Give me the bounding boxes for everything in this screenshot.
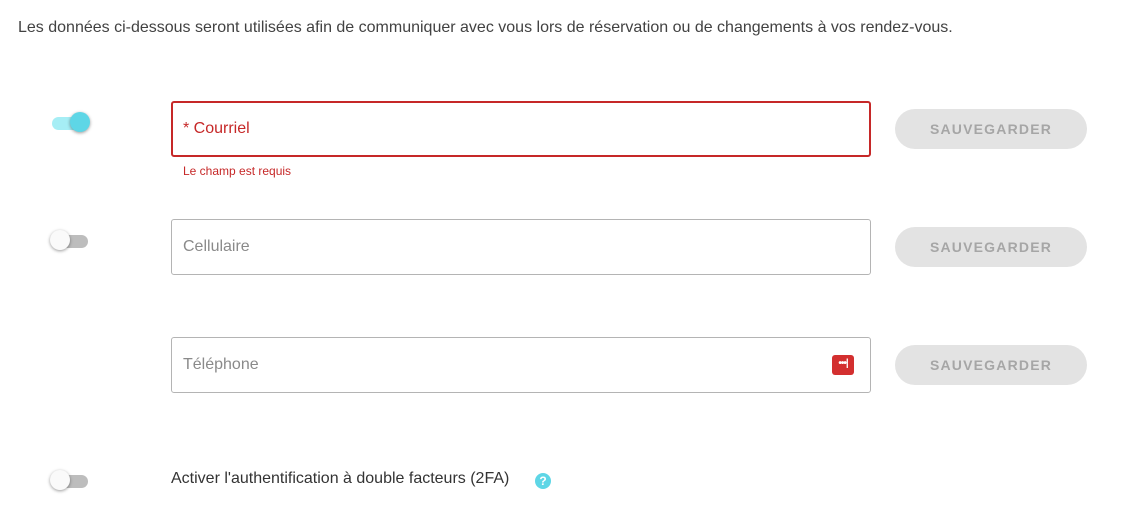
two-factor-auth-label: Activer l'authentification à double fact… — [171, 470, 510, 487]
phone-field: •••| — [171, 337, 871, 393]
email-input[interactable] — [183, 103, 803, 155]
intro-text: Les données ci-dessous seront utilisées … — [18, 19, 953, 36]
toggle-thumb — [70, 112, 90, 132]
email-notifications-toggle[interactable] — [50, 111, 90, 132]
toggle-thumb — [50, 470, 70, 490]
help-icon[interactable]: ? — [535, 473, 551, 489]
toggle-thumb — [50, 230, 70, 250]
save-cell-button[interactable]: SAUVEGARDER — [895, 227, 1087, 267]
phone-input[interactable] — [183, 338, 803, 392]
save-email-button[interactable]: SAUVEGARDER — [895, 109, 1087, 149]
email-field — [171, 101, 871, 157]
two-factor-auth-toggle[interactable] — [50, 469, 90, 490]
email-error-message: Le champ est requis — [183, 164, 292, 178]
cell-input[interactable] — [183, 220, 803, 274]
cell-field — [171, 219, 871, 275]
save-phone-button[interactable]: SAUVEGARDER — [895, 345, 1087, 385]
cell-notifications-toggle[interactable] — [50, 229, 90, 250]
password-manager-icon[interactable]: •••| — [832, 355, 854, 375]
